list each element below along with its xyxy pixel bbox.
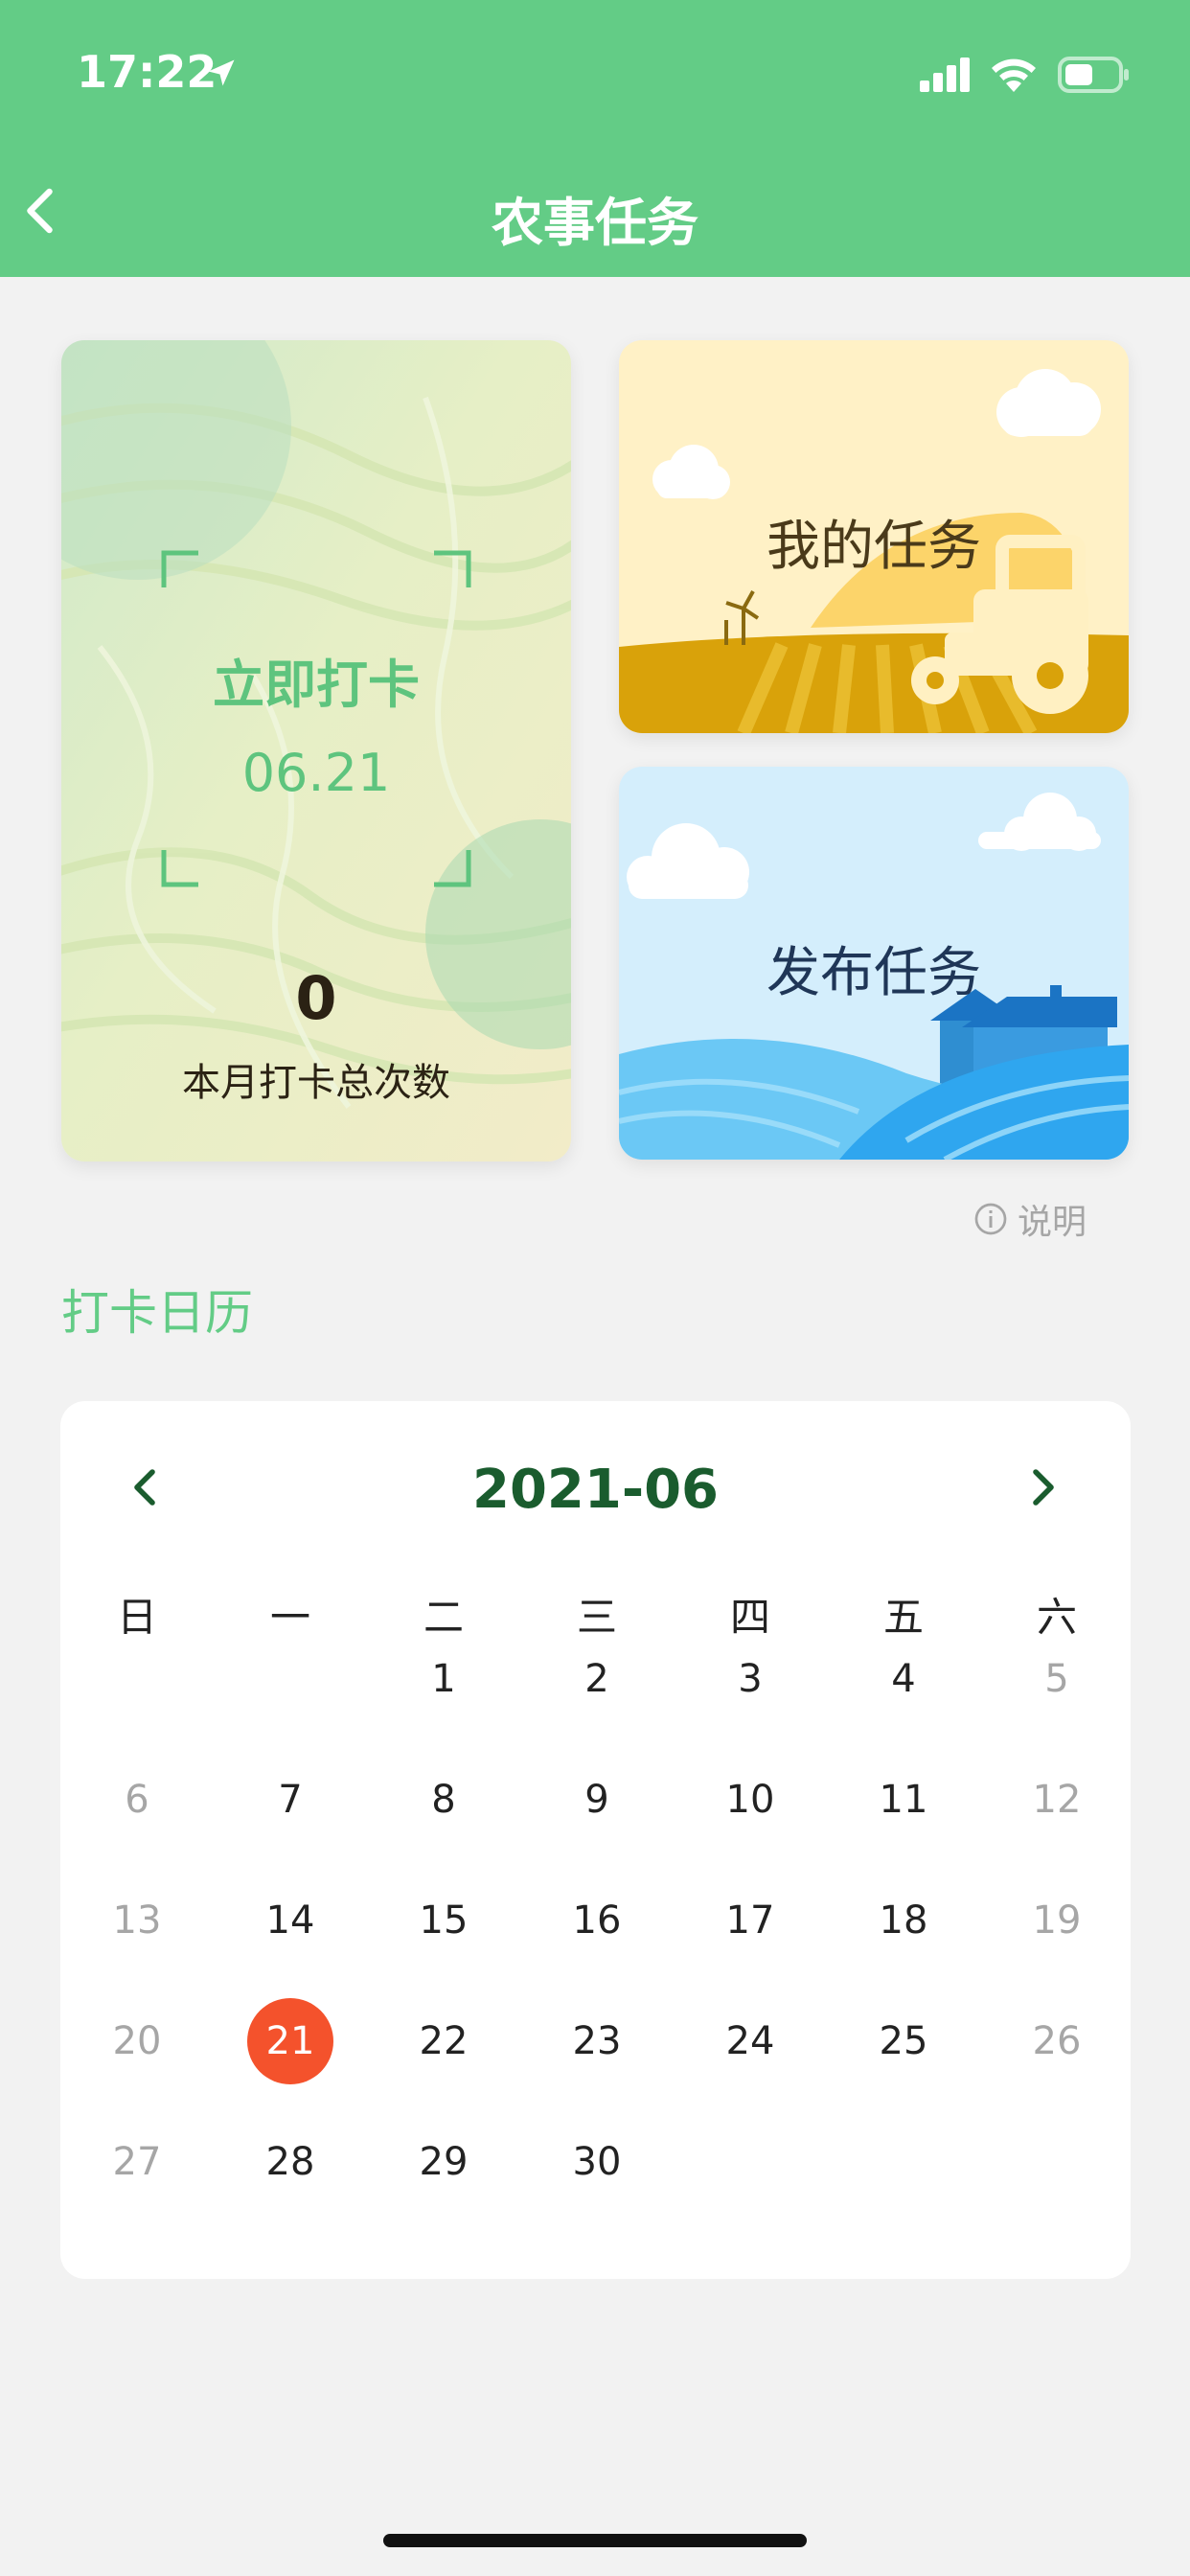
weekday-label: 六 (1036, 1594, 1077, 1641)
monthly-checkin-count-label: 本月打卡总次数 (182, 1061, 450, 1105)
checkin-button-label: 立即打卡 (213, 655, 420, 715)
checkin-date: 06.21 (241, 743, 391, 803)
checkin-calendar: 2021-06 日一二三四五六 1 2 3 4 5 6 7 8 9 10 11 12 13 14 15 16 1… (60, 1401, 1131, 2279)
calendar-day[interactable]: 7 (247, 1757, 333, 1843)
calendar-day[interactable]: 14 (247, 1877, 333, 1964)
instructions-link[interactable]: 说明 (973, 1194, 1087, 1244)
publish-task-card[interactable]: 发布任务 (619, 767, 1129, 1160)
calendar-day[interactable]: 25 (860, 1998, 947, 2084)
calendar-day[interactable]: 23 (554, 1998, 640, 2084)
checkin-calendar-title: 打卡日历 (61, 1285, 253, 1341)
status-time: 17:22 (77, 46, 217, 98)
my-tasks-label: 我的任务 (767, 516, 981, 578)
page-title: 农事任务 (492, 193, 698, 253)
calendar-day[interactable]: 16 (554, 1877, 640, 1964)
monthly-checkin-count: 0 (295, 963, 337, 1033)
calendar-day-today[interactable]: 21 (247, 1998, 333, 2084)
calendar-day[interactable]: 12 (1014, 1757, 1100, 1843)
calendar-day[interactable]: 22 (400, 1998, 487, 2084)
calendar-day[interactable]: 8 (400, 1757, 487, 1843)
checkin-card[interactable]: 立即打卡 06.21 0 本月打卡总次数 (61, 340, 571, 1162)
weekday-header: 日一二三四五六 (60, 1585, 1131, 1643)
weekday-label: 一 (269, 1594, 310, 1641)
calendar-day[interactable]: 20 (94, 1998, 180, 2084)
wifi-icon (992, 58, 1036, 92)
calendar-day[interactable]: 18 (860, 1877, 947, 1964)
calendar-day[interactable]: 27 (94, 2119, 180, 2205)
calendar-day[interactable]: 13 (94, 1877, 180, 1964)
my-tasks-card[interactable]: 我的任务 (619, 340, 1129, 733)
calendar-day[interactable]: 6 (94, 1757, 180, 1843)
calendar-day[interactable]: 3 (707, 1636, 793, 1722)
info-circle-icon (974, 1203, 1007, 1235)
next-month-button[interactable] (1018, 1464, 1064, 1510)
calendar-day[interactable]: 24 (707, 1998, 793, 2084)
calendar-day[interactable]: 1 (400, 1636, 487, 1722)
weekday-label: 二 (423, 1594, 464, 1641)
calendar-day[interactable]: 29 (400, 2119, 487, 2205)
calendar-day[interactable]: 10 (707, 1757, 793, 1843)
calendar-day[interactable]: 26 (1014, 1998, 1100, 2084)
calendar-day[interactable]: 9 (554, 1757, 640, 1843)
calendar-day[interactable]: 15 (400, 1877, 487, 1964)
weekday-label: 日 (116, 1594, 157, 1641)
calendar-day[interactable]: 2 (554, 1636, 640, 1722)
calendar-day[interactable]: 5 (1014, 1636, 1100, 1722)
weekday-label: 三 (576, 1594, 617, 1641)
weekday-label: 五 (882, 1594, 924, 1641)
battery-icon (1058, 57, 1129, 93)
weekday-label: 四 (729, 1594, 770, 1641)
calendar-day[interactable]: 11 (860, 1757, 947, 1843)
calendar-day[interactable]: 28 (247, 2119, 333, 2205)
calendar-day[interactable]: 30 (554, 2119, 640, 2205)
cellular-signal-icon (920, 58, 970, 92)
publish-task-label: 发布任务 (767, 942, 981, 1004)
calendar-month: 2021-06 (471, 1459, 720, 1521)
location-arrow-icon (208, 59, 235, 86)
calendar-day[interactable]: 4 (860, 1636, 947, 1722)
home-indicator (383, 2534, 807, 2547)
header-bar: 17:22 农事任务 (0, 0, 1190, 277)
instructions-link-label: 说明 (1018, 1203, 1087, 1242)
calendar-day[interactable]: 17 (707, 1877, 793, 1964)
calendar-day[interactable]: 19 (1014, 1877, 1100, 1964)
